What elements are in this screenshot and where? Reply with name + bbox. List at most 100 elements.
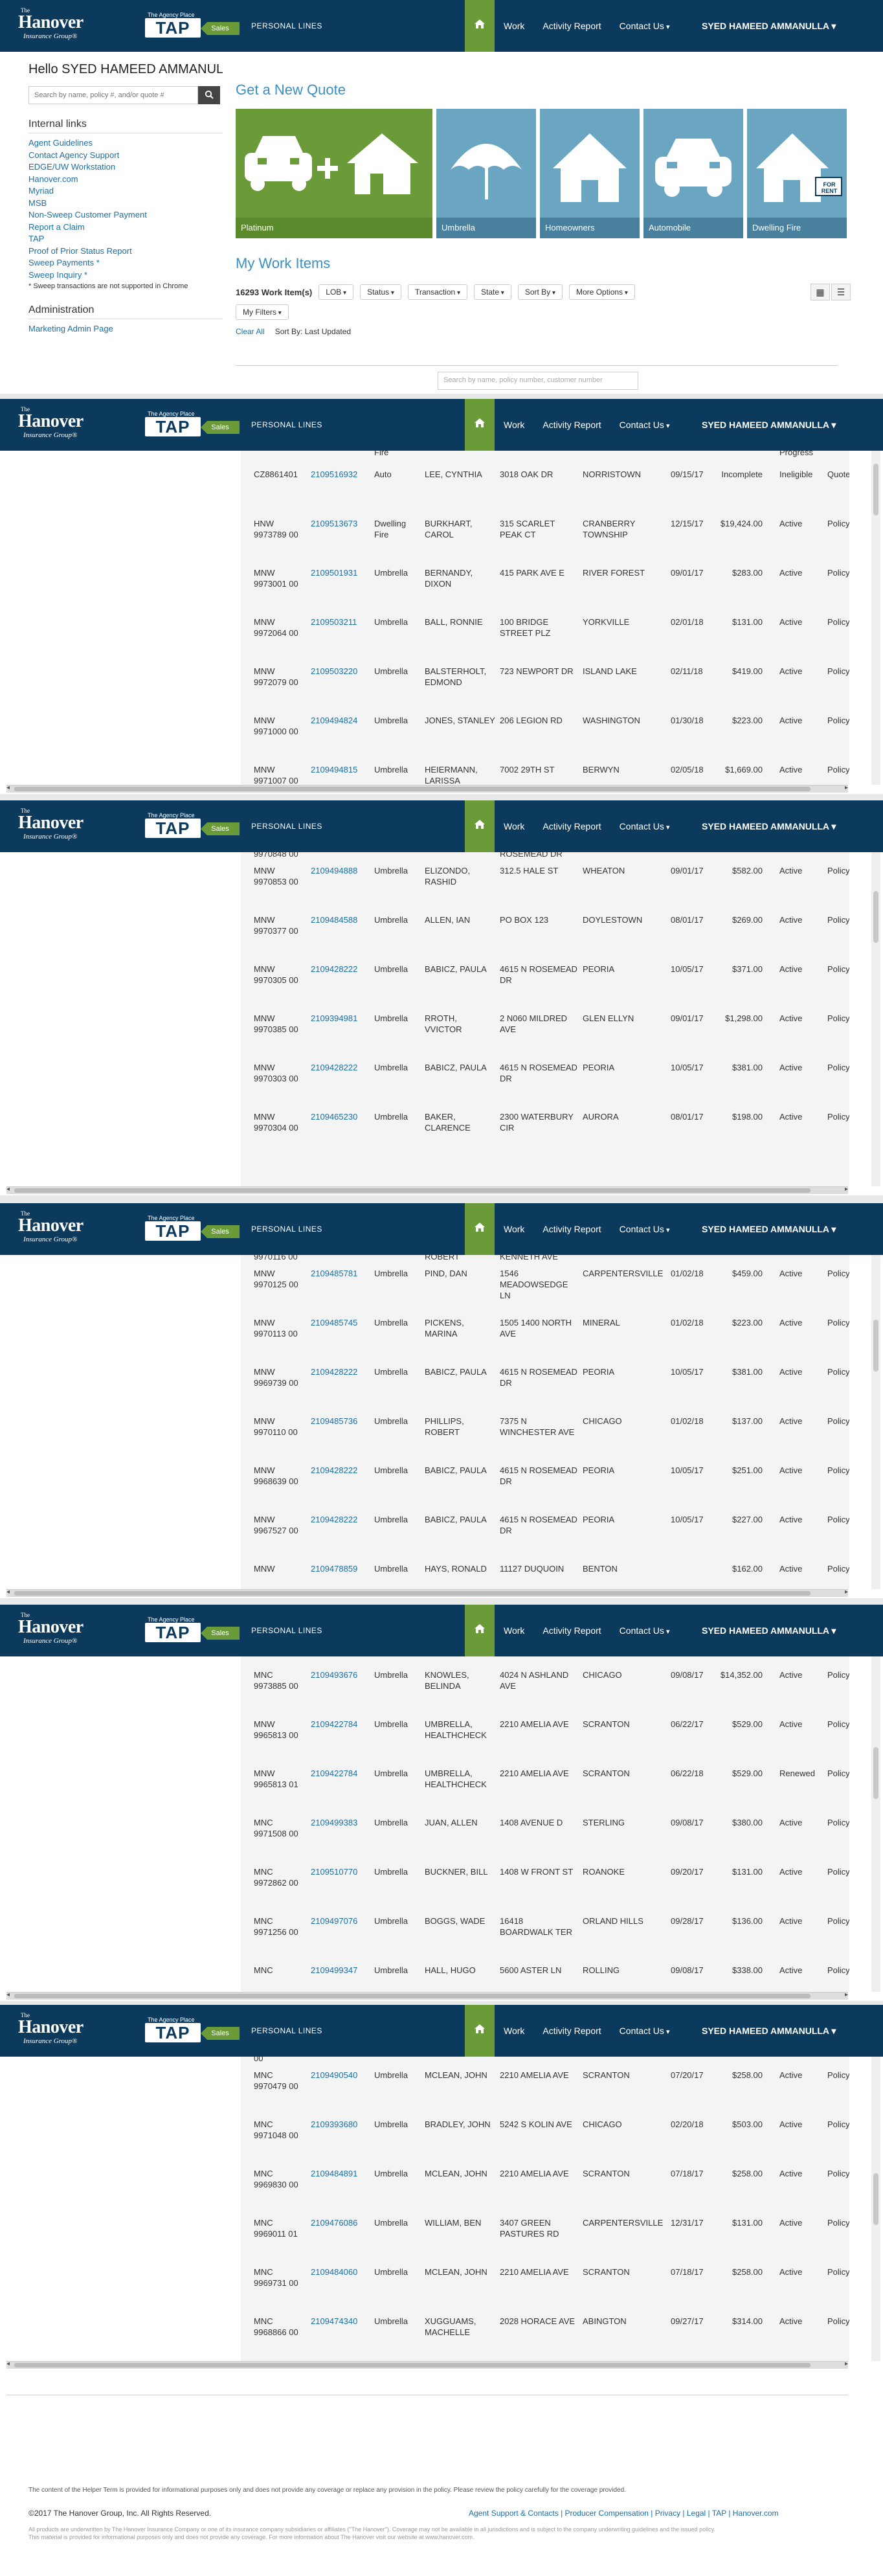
quote-number-link[interactable]: 2109494815 bbox=[311, 764, 369, 775]
vertical-scrollbar[interactable] bbox=[871, 1255, 880, 1589]
personal-lines-label[interactable]: PERSONAL LINES bbox=[251, 1225, 322, 1234]
quote-number-link[interactable]: 2109428222 bbox=[311, 1062, 369, 1073]
internal-link[interactable]: Sweep Payments * bbox=[28, 258, 100, 267]
table-cell[interactable]: 2109499347 bbox=[311, 1965, 369, 1976]
nav-activity-report[interactable]: Activity Report bbox=[542, 420, 601, 430]
my-filters-dropdown[interactable]: My Filters bbox=[236, 304, 289, 320]
personal-lines-label[interactable]: PERSONAL LINES bbox=[251, 2026, 322, 2035]
internal-link[interactable]: Non-Sweep Customer Payment bbox=[28, 210, 147, 220]
quote-number-link[interactable]: 2109422784 bbox=[311, 1768, 369, 1779]
list-view-icon[interactable]: ☰ bbox=[831, 284, 851, 300]
home-button[interactable] bbox=[465, 2005, 495, 2057]
quote-number-link[interactable]: 2109428222 bbox=[311, 1514, 369, 1525]
quote-number-link[interactable]: 2109490540 bbox=[311, 2070, 369, 2081]
quote-number-link[interactable]: 2109494888 bbox=[311, 865, 369, 876]
user-menu[interactable]: SYED HAMEED AMMANULLA ▾ bbox=[702, 420, 836, 431]
home-button[interactable] bbox=[465, 399, 495, 451]
filter-dropdown[interactable]: Status bbox=[360, 284, 401, 300]
home-button[interactable] bbox=[465, 0, 495, 52]
internal-link[interactable]: EDGE/UW Workstation bbox=[28, 162, 115, 172]
quote-number-link[interactable]: 2109516932 bbox=[311, 469, 369, 480]
nav-work[interactable]: Work bbox=[504, 420, 524, 430]
nav-activity-report[interactable]: Activity Report bbox=[542, 1625, 601, 1636]
search-button[interactable] bbox=[198, 86, 220, 104]
filter-dropdown[interactable]: LOB bbox=[319, 284, 354, 300]
nav-activity-report[interactable]: Activity Report bbox=[542, 1224, 601, 1234]
quote-number-link[interactable]: 2109494824 bbox=[311, 715, 369, 726]
platinum-tile[interactable]: Platinum bbox=[236, 109, 432, 238]
filter-dropdown[interactable]: State bbox=[474, 284, 511, 300]
user-menu[interactable]: SYED HAMEED AMMANULLA ▾ bbox=[702, 1224, 836, 1235]
internal-link[interactable]: TAP bbox=[28, 234, 44, 243]
user-menu[interactable]: SYED HAMEED AMMANULLA ▾ bbox=[702, 821, 836, 832]
vertical-scrollbar[interactable] bbox=[871, 451, 880, 785]
marketing-admin-link[interactable]: Marketing Admin Page bbox=[28, 324, 113, 333]
hanover-logo[interactable]: The Hanover Insurance Group® bbox=[18, 1211, 109, 1247]
quote-number-link[interactable]: 2109422784 bbox=[311, 1719, 369, 1730]
user-menu[interactable]: SYED HAMEED AMMANULLA ▾ bbox=[702, 2026, 836, 2037]
nav-work[interactable]: Work bbox=[504, 1625, 524, 1636]
nav-contact-us[interactable]: Contact Us bbox=[620, 21, 670, 31]
tap-logo[interactable]: The Agency Place TAP Sales bbox=[145, 1616, 249, 1645]
quote-number-link[interactable]: 2109393680 bbox=[311, 2119, 369, 2130]
nav-contact-us[interactable]: Contact Us bbox=[620, 420, 670, 430]
umbrella-tile[interactable]: Umbrella bbox=[436, 109, 536, 238]
automobile-tile[interactable]: Automobile bbox=[643, 109, 743, 238]
filter-dropdown[interactable]: More Options bbox=[569, 284, 635, 300]
quote-number-link[interactable]: 2109428222 bbox=[311, 964, 369, 975]
quote-number-link[interactable]: 2109497076 bbox=[311, 1915, 369, 1926]
table-search-input[interactable]: Search by name, policy number, customer … bbox=[438, 372, 638, 390]
tap-logo[interactable]: The Agency Place TAP Sales bbox=[145, 2017, 249, 2045]
hanover-logo[interactable]: The Hanover Insurance Group® bbox=[18, 407, 109, 443]
nav-activity-report[interactable]: Activity Report bbox=[542, 821, 601, 831]
horizontal-scrollbar[interactable] bbox=[6, 1991, 848, 2000]
nav-contact-us[interactable]: Contact Us bbox=[620, 821, 670, 831]
hanover-logo[interactable]: The Hanover Insurance Group® bbox=[18, 808, 109, 844]
quote-number-link[interactable]: 2109484060 bbox=[311, 2266, 369, 2277]
personal-lines-label[interactable]: PERSONAL LINES bbox=[251, 822, 322, 831]
grid-view-icon[interactable]: ▦ bbox=[810, 284, 830, 300]
filter-dropdown[interactable]: Transaction bbox=[407, 284, 467, 300]
dwelling-fire-tile[interactable]: FOR RENT Dwelling Fire bbox=[747, 109, 847, 238]
user-menu[interactable]: SYED HAMEED AMMANULLA ▾ bbox=[702, 1625, 836, 1636]
personal-lines-label[interactable]: PERSONAL LINES bbox=[251, 420, 322, 429]
nav-work[interactable]: Work bbox=[504, 2026, 524, 2036]
hanover-logo[interactable]: The Hanover Insurance Group® bbox=[18, 8, 109, 44]
vertical-scrollbar[interactable] bbox=[871, 2057, 880, 2361]
internal-link[interactable]: Agent Guidelines bbox=[28, 138, 93, 148]
nav-contact-us[interactable]: Contact Us bbox=[620, 2026, 670, 2036]
nav-contact-us[interactable]: Contact Us bbox=[620, 1224, 670, 1234]
tap-logo[interactable]: The Agency Place TAP Sales bbox=[145, 1215, 249, 1243]
internal-link[interactable]: Report a Claim bbox=[28, 222, 85, 232]
quote-number-link[interactable]: 2109485745 bbox=[311, 1317, 369, 1328]
internal-link[interactable]: MSB bbox=[28, 198, 47, 208]
quote-number-link[interactable]: 2109484588 bbox=[311, 914, 369, 925]
filter-dropdown[interactable]: Sort By bbox=[517, 284, 563, 300]
personal-lines-label[interactable]: PERSONAL LINES bbox=[251, 21, 322, 30]
tap-logo[interactable]: The Agency Place TAP Sales bbox=[145, 812, 249, 841]
quote-number-link[interactable]: 2109476086 bbox=[311, 2217, 369, 2228]
nav-contact-us[interactable]: Contact Us bbox=[620, 1625, 670, 1636]
home-button[interactable] bbox=[465, 1203, 495, 1255]
quote-number-link[interactable]: 2109503220 bbox=[311, 666, 369, 677]
vertical-scrollbar[interactable] bbox=[871, 1656, 880, 1992]
tap-logo[interactable]: The Agency Place TAP Sales bbox=[145, 411, 249, 439]
quote-number-link[interactable]: 2109465230 bbox=[311, 1111, 369, 1122]
search-input[interactable] bbox=[28, 86, 198, 104]
vertical-scrollbar[interactable] bbox=[871, 852, 880, 1186]
quote-number-link[interactable]: 2109474340 bbox=[311, 2316, 369, 2327]
quote-number-link[interactable]: 2109510770 bbox=[311, 1866, 369, 1877]
hanover-logo[interactable]: The Hanover Insurance Group® bbox=[18, 1612, 109, 1649]
internal-link[interactable]: Myriad bbox=[28, 186, 54, 196]
personal-lines-label[interactable]: PERSONAL LINES bbox=[251, 1626, 322, 1635]
home-button[interactable] bbox=[465, 1605, 495, 1656]
quote-number-link[interactable]: 2109499383 bbox=[311, 1817, 369, 1828]
hanover-logo[interactable]: The Hanover Insurance Group® bbox=[18, 2013, 109, 2049]
horizontal-scrollbar[interactable] bbox=[6, 1186, 848, 1194]
quote-number-link[interactable]: 2109484891 bbox=[311, 2168, 369, 2179]
user-menu[interactable]: SYED HAMEED AMMANULLA ▾ bbox=[702, 21, 836, 32]
quote-number-link[interactable]: 2109394981 bbox=[311, 1013, 369, 1024]
horizontal-scrollbar[interactable] bbox=[6, 784, 848, 793]
quote-number-link[interactable]: 2109493676 bbox=[311, 1669, 369, 1680]
table-cell[interactable]: 2109478859 bbox=[311, 1563, 369, 1574]
